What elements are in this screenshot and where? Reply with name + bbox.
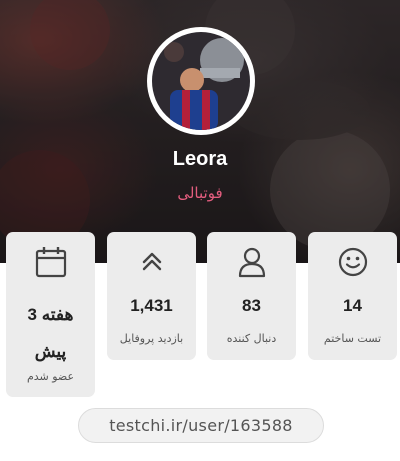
double-chevron-up-icon	[107, 244, 196, 280]
stat-card-tests-created[interactable]: 14 تست ساختم	[308, 232, 397, 360]
profile-page: Leora فوتبالی 3 هفته پیش عضو شدم 1,431 ب…	[0, 0, 400, 461]
stat-label: بازدید پروفایل	[119, 332, 184, 345]
calendar-icon	[6, 244, 95, 280]
profile-subtitle: فوتبالی	[177, 184, 223, 202]
stat-card-profile-views: 1,431 بازدید پروفایل	[107, 232, 196, 360]
stat-label: عضو شدم	[26, 370, 75, 383]
stat-value: 3 هفته پیش	[27, 305, 74, 361]
stat-value: 14	[343, 296, 362, 315]
stat-value: 1,431	[130, 296, 173, 315]
avatar[interactable]	[147, 27, 255, 135]
smiley-icon	[308, 244, 397, 280]
profile-name: Leora	[172, 148, 228, 170]
profile-url-link[interactable]: testchi.ir/user/163588	[78, 408, 324, 443]
stat-label: دنبال کننده	[226, 332, 277, 345]
user-icon	[207, 244, 296, 280]
stat-label: تست ساختم	[323, 332, 382, 345]
stat-value: 83	[242, 296, 261, 315]
stat-card-joined: 3 هفته پیش عضو شدم	[6, 232, 95, 397]
avatar-image	[152, 32, 250, 130]
stat-card-followers[interactable]: 83 دنبال کننده	[207, 232, 296, 360]
